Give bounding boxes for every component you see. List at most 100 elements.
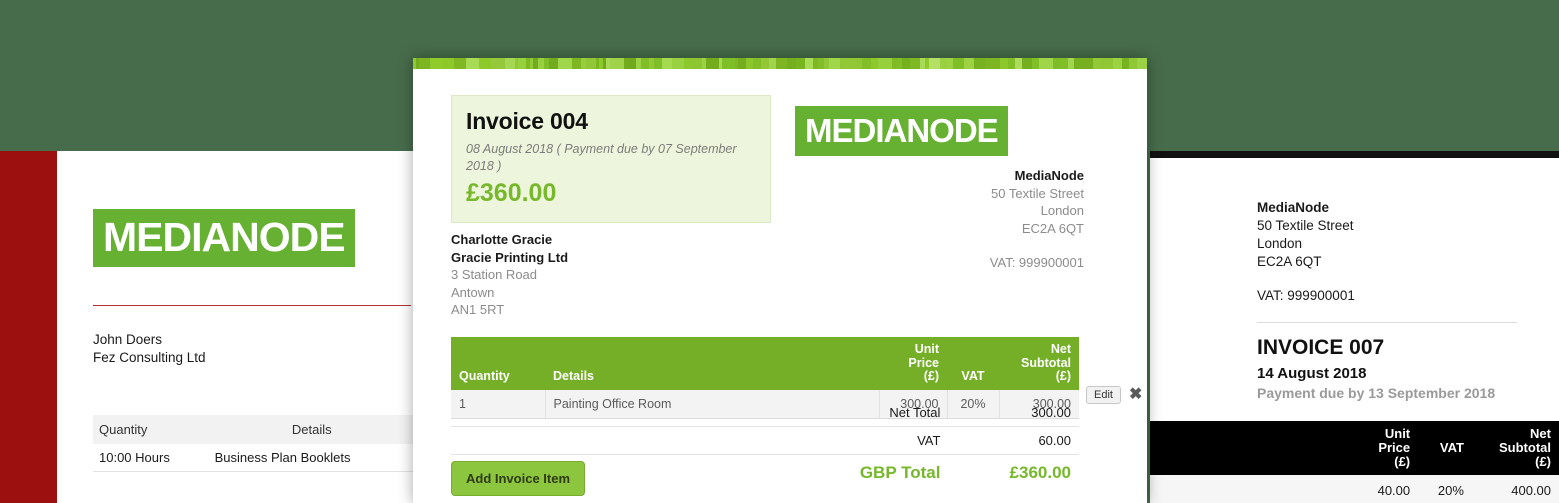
right-company-name: MediaNode xyxy=(1257,199,1559,217)
mosaic-tile xyxy=(1039,58,1053,69)
right-th-unit-price-l2: Price xyxy=(1364,441,1410,455)
th-unit-price-l2: Price xyxy=(887,357,939,371)
edit-item-button[interactable]: Edit xyxy=(1086,386,1121,404)
mosaic-tile xyxy=(738,58,746,69)
mosaic-tile xyxy=(1080,58,1093,69)
vat-row: VAT 60.00 xyxy=(451,427,1079,455)
mosaic-tile xyxy=(753,58,761,69)
right-company-street: 50 Textile Street xyxy=(1257,217,1559,235)
modal-company-city: London xyxy=(713,202,1084,220)
right-items-table: Unit Price (£) VAT Net Subtotal (£) 40.0… xyxy=(1150,421,1559,503)
mosaic-tile xyxy=(586,58,596,69)
mosaic-tile xyxy=(910,58,920,69)
left-th-quantity: Quantity xyxy=(93,415,209,444)
customer-company-name: Gracie Printing Ltd xyxy=(451,249,568,267)
right-th-net-l3: (£) xyxy=(1480,455,1551,469)
right-company-postcode: EC2A 6QT xyxy=(1257,253,1559,271)
right-th-net-l1: Net xyxy=(1480,427,1551,441)
mosaic-tile xyxy=(442,58,454,69)
mosaic-tile xyxy=(787,58,796,69)
right-th-blank xyxy=(1150,421,1356,475)
mosaic-tile xyxy=(902,58,910,69)
mosaic-tile xyxy=(929,58,940,69)
right-th-unit-price-l3: (£) xyxy=(1364,455,1410,469)
modal-customer-block: Charlotte Gracie Gracie Printing Ltd 3 S… xyxy=(451,231,568,319)
th-unit-price-l3: (£) xyxy=(887,370,939,384)
mosaic-tile xyxy=(769,58,776,69)
mosaic-tile xyxy=(610,58,624,69)
left-th-details: Details xyxy=(209,415,415,444)
modal-company-block: MediaNode 50 Textile Street London EC2A … xyxy=(713,167,1084,272)
background-invoice-right: MediaNode 50 Textile Street London EC2A … xyxy=(1150,151,1559,503)
vat-value: 60.00 xyxy=(948,427,1079,455)
mosaic-tile xyxy=(479,58,491,69)
th-net-l3: (£) xyxy=(1007,370,1071,384)
mosaic-tile xyxy=(549,58,558,69)
right-invoice-date: 14 August 2018 xyxy=(1257,365,1559,382)
right-payment-due: Payment due by 13 September 2018 xyxy=(1257,385,1559,401)
right-company-block: MediaNode 50 Textile Street London EC2A … xyxy=(1257,199,1559,271)
mosaic-tile xyxy=(746,58,753,69)
th-quantity: Quantity xyxy=(451,337,545,390)
th-vat: VAT xyxy=(947,337,999,390)
right-cell-vat: 20% xyxy=(1418,475,1472,503)
mosaic-tile xyxy=(722,58,735,69)
items-header-row: Quantity Details Unit Price (£) VAT Net … xyxy=(451,337,1079,390)
modal-company-name: MediaNode xyxy=(713,167,1084,185)
mosaic-tile xyxy=(871,58,878,69)
mosaic-tile xyxy=(505,58,515,69)
mosaic-tile xyxy=(805,58,813,69)
mosaic-tile xyxy=(706,58,719,69)
mosaic-tile xyxy=(430,58,442,69)
decorative-mosaic-bar xyxy=(413,58,1147,69)
red-divider xyxy=(93,305,411,306)
invoice-detail-modal: Invoice 004 08 August 2018 ( Payment due… xyxy=(413,58,1147,503)
background-invoice-left: MEDIANODE John Doers Fez Consulting Ltd … xyxy=(0,151,418,503)
delete-item-icon[interactable]: ✖ xyxy=(1129,387,1142,403)
mosaic-tile xyxy=(776,58,787,69)
mosaic-tile xyxy=(466,58,479,69)
mosaic-tile xyxy=(1000,58,1008,69)
mosaic-tile xyxy=(1093,58,1101,69)
medianode-logo-left: MEDIANODE xyxy=(93,209,355,267)
left-customer-block: John Doers Fez Consulting Ltd xyxy=(93,331,418,367)
right-th-net-l2: Subtotal xyxy=(1480,441,1551,455)
mosaic-tile xyxy=(689,58,702,69)
mosaic-tile xyxy=(1101,58,1113,69)
left-customer-company: Fez Consulting Ltd xyxy=(93,349,418,367)
logo-text: MEDIANODE xyxy=(805,112,998,149)
mosaic-tile xyxy=(518,58,526,69)
table-row: 40.00 20% 400.00 xyxy=(1150,475,1559,503)
left-table-header-row: Quantity Details xyxy=(93,415,415,444)
left-items-table: Quantity Details 10:00 Hours Business Pl… xyxy=(93,415,415,472)
mosaic-tile xyxy=(953,58,964,69)
mosaic-tile xyxy=(940,58,947,69)
th-details: Details xyxy=(545,337,879,390)
mosaic-tile xyxy=(796,58,805,69)
net-total-value: 300.00 xyxy=(948,399,1079,427)
modal-company-postcode: EC2A 6QT xyxy=(713,220,1084,238)
mosaic-tile xyxy=(1053,58,1060,69)
mosaic-tile xyxy=(654,58,662,69)
right-th-unit-price: Unit Price (£) xyxy=(1356,421,1418,475)
mosaic-tile xyxy=(454,58,466,69)
right-company-city: London xyxy=(1257,235,1559,253)
mosaic-tile xyxy=(862,58,871,69)
th-net-l1: Net xyxy=(1007,343,1071,357)
left-red-sidebar xyxy=(0,151,57,503)
mosaic-tile xyxy=(1060,58,1068,69)
right-cell-unit-price: 40.00 xyxy=(1356,475,1418,503)
mosaic-tile xyxy=(1122,58,1129,69)
mosaic-tile xyxy=(629,58,636,69)
add-invoice-item-button[interactable]: Add Invoice Item xyxy=(451,461,585,496)
vat-label: VAT xyxy=(451,427,948,455)
invoice-number-title: Invoice 004 xyxy=(466,108,756,135)
right-black-bar xyxy=(1150,151,1559,158)
mosaic-tile xyxy=(761,58,769,69)
customer-street: 3 Station Road xyxy=(451,266,568,284)
right-th-unit-price-l1: Unit xyxy=(1364,427,1410,441)
medianode-logo-modal: MEDIANODE xyxy=(795,106,1008,156)
modal-company-street: 50 Textile Street xyxy=(713,185,1084,203)
right-cell-net-subtotal: 400.00 xyxy=(1472,475,1559,503)
net-total-label: Net Total xyxy=(451,399,948,427)
